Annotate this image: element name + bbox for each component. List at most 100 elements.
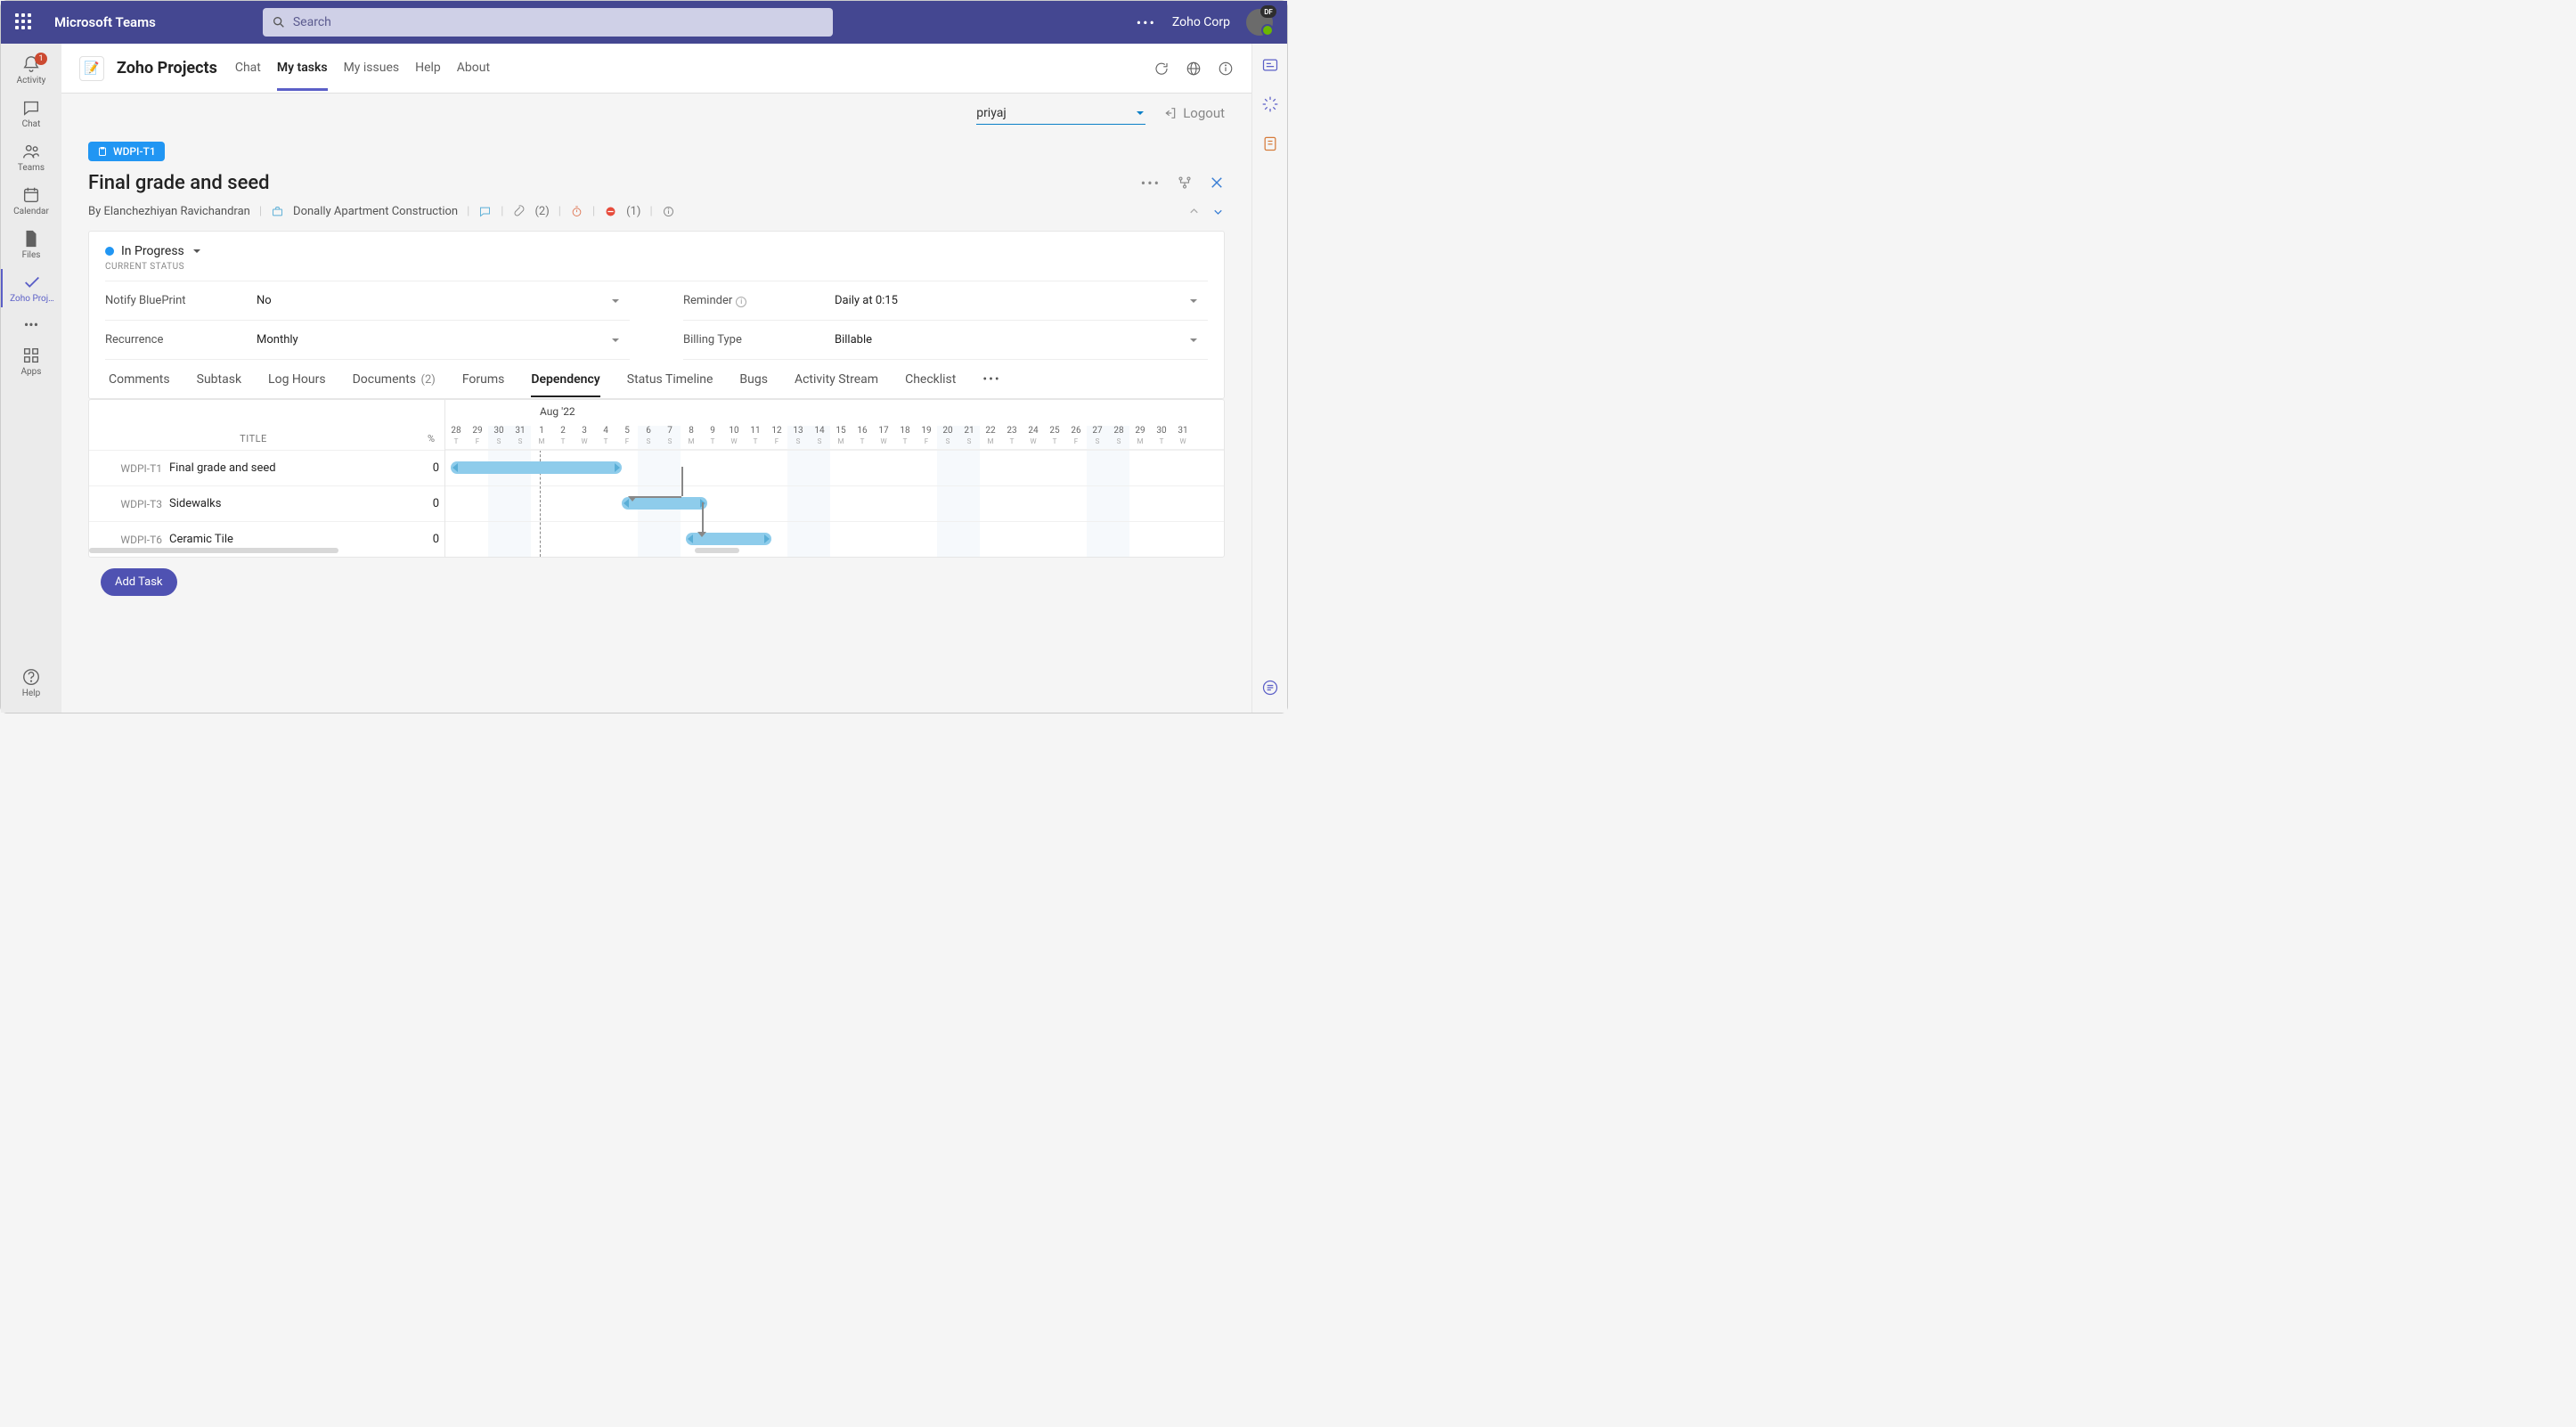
dtab-forums[interactable]: Forums	[462, 372, 505, 397]
extension-icon[interactable]	[1261, 95, 1279, 117]
field-billing-type[interactable]: Billing Type Billable	[683, 321, 1208, 360]
task-title: Final grade and seed	[88, 172, 270, 194]
gantt-bar-row	[445, 485, 1224, 521]
more-icon[interactable]: •••	[1137, 14, 1156, 31]
notes-icon[interactable]	[1261, 135, 1279, 156]
teams-title: Microsoft Teams	[54, 14, 156, 30]
add-task-button[interactable]: Add Task	[101, 568, 177, 596]
rail-files[interactable]: Files	[1, 225, 61, 264]
blocker-icon[interactable]	[604, 205, 617, 218]
avatar[interactable]	[1246, 9, 1273, 36]
tab-my-issues[interactable]: My issues	[344, 45, 400, 91]
tab-chat[interactable]: Chat	[235, 45, 261, 91]
dtab-subtask[interactable]: Subtask	[197, 372, 241, 397]
globe-icon[interactable]	[1186, 61, 1202, 77]
dtab-checklist[interactable]: Checklist	[905, 372, 956, 397]
gantt-day: 12F	[766, 426, 787, 449]
rail-more[interactable]: •••	[1, 313, 61, 337]
app-title: Zoho Projects	[117, 59, 217, 77]
rail-calendar[interactable]: Calendar	[1, 182, 61, 220]
gantt-title-header: TITLE	[89, 433, 418, 444]
search-input[interactable]: Search	[263, 8, 833, 37]
gantt-day: 28T	[445, 426, 467, 449]
gantt-day: 8M	[681, 426, 702, 449]
dtab-dependency[interactable]: Dependency	[531, 372, 599, 397]
chevron-down-icon	[1188, 335, 1199, 346]
dtab-status-timeline[interactable]: Status Timeline	[627, 372, 713, 397]
tenant-name[interactable]: Zoho Corp	[1172, 15, 1230, 29]
gantt-day: 13S	[787, 426, 809, 449]
project-name[interactable]: Donally Apartment Construction	[293, 205, 458, 218]
gantt-month-label: Aug '22	[540, 405, 575, 418]
gantt-day: 30T	[1151, 426, 1172, 449]
comment-icon[interactable]	[478, 205, 492, 218]
gantt-day: 27S	[1087, 426, 1108, 449]
gantt-bar-row	[445, 450, 1224, 485]
blueprint-icon[interactable]	[1177, 175, 1193, 191]
dtab-comments[interactable]: Comments	[109, 372, 170, 397]
author-label: By Elanchezhiyan Ravichandran	[88, 205, 250, 218]
task-more-icon[interactable]: •••	[1141, 175, 1161, 192]
field-notify-blueprint[interactable]: Notify BluePrint No	[105, 281, 630, 321]
gantt-day: 31W	[1172, 426, 1194, 449]
field-recurrence[interactable]: Recurrence Monthly	[105, 321, 630, 360]
briefcase-icon	[271, 205, 284, 218]
gantt-day: 10W	[723, 426, 745, 449]
gantt-day: 9T	[702, 426, 723, 449]
zoho-projects-logo-icon: 📝	[79, 56, 104, 81]
chevron-down-icon	[610, 335, 621, 346]
rail-apps[interactable]: Apps	[1, 342, 61, 380]
gantt-day: 15M	[830, 426, 852, 449]
tab-about[interactable]: About	[457, 45, 490, 91]
rail-chat[interactable]: Chat	[1, 94, 61, 133]
expand-down-icon[interactable]	[1211, 205, 1225, 218]
dtab-bugs[interactable]: Bugs	[739, 372, 768, 397]
gantt-day: 2T	[552, 426, 574, 449]
scrollbar[interactable]	[89, 548, 338, 553]
status-select[interactable]: In Progress	[105, 244, 1208, 258]
refresh-icon[interactable]	[1153, 61, 1170, 77]
dtab-documents[interactable]: Documents (2)	[353, 372, 436, 397]
rail-help[interactable]: Help	[1, 664, 61, 702]
status-sublabel: CURRENT STATUS	[105, 262, 1208, 272]
info-icon[interactable]	[1218, 61, 1234, 77]
gantt-day: 30S	[488, 426, 509, 449]
gantt-day: 24W	[1023, 426, 1044, 449]
gantt-row[interactable]: WDPI-T3Sidewalks0	[89, 485, 444, 521]
tab-help[interactable]: Help	[415, 45, 441, 91]
gantt-bar[interactable]	[451, 461, 622, 474]
rail-activity[interactable]: 1 Activity	[1, 51, 61, 89]
chevron-down-icon	[610, 296, 621, 306]
chatbot-icon[interactable]	[1261, 679, 1279, 700]
gantt-day: 31S	[509, 426, 531, 449]
scrollbar[interactable]	[695, 548, 739, 553]
gantt-day: 17W	[873, 426, 894, 449]
chat-panel-icon[interactable]	[1261, 56, 1279, 77]
status-dot-icon	[105, 247, 114, 256]
rail-zoho-projects[interactable]: Zoho Proj…	[1, 269, 61, 307]
gantt-row[interactable]: WDPI-T1Final grade and seed0	[89, 450, 444, 485]
tab-my-tasks[interactable]: My tasks	[277, 45, 328, 91]
gantt-day: 14S	[809, 426, 830, 449]
gantt-day: 25T	[1044, 426, 1065, 449]
rail-teams[interactable]: Teams	[1, 138, 61, 176]
gantt-day: 29F	[467, 426, 488, 449]
task-id-chip[interactable]: WDPI-T1	[88, 142, 165, 161]
attachment-icon[interactable]	[512, 205, 526, 218]
dtab-activity-stream[interactable]: Activity Stream	[795, 372, 878, 397]
dtab-more[interactable]: •••	[982, 372, 1000, 397]
app-launcher-icon[interactable]	[15, 13, 33, 31]
close-icon[interactable]	[1209, 175, 1225, 191]
gantt-day: 18T	[894, 426, 916, 449]
gantt-day: 1M	[531, 426, 552, 449]
collapse-up-icon[interactable]	[1187, 205, 1201, 218]
field-reminder[interactable]: Reminderi Daily at 0:15	[683, 281, 1208, 321]
timer-icon[interactable]	[570, 205, 583, 218]
gantt-day: 23T	[1001, 426, 1023, 449]
gantt-day: 26F	[1065, 426, 1087, 449]
dtab-log-hours[interactable]: Log Hours	[268, 372, 326, 397]
info-small-icon[interactable]	[662, 205, 675, 218]
gantt-day: 5F	[616, 426, 638, 449]
user-select[interactable]: priyaj	[976, 102, 1145, 125]
logout-button[interactable]: Logout	[1163, 105, 1225, 121]
